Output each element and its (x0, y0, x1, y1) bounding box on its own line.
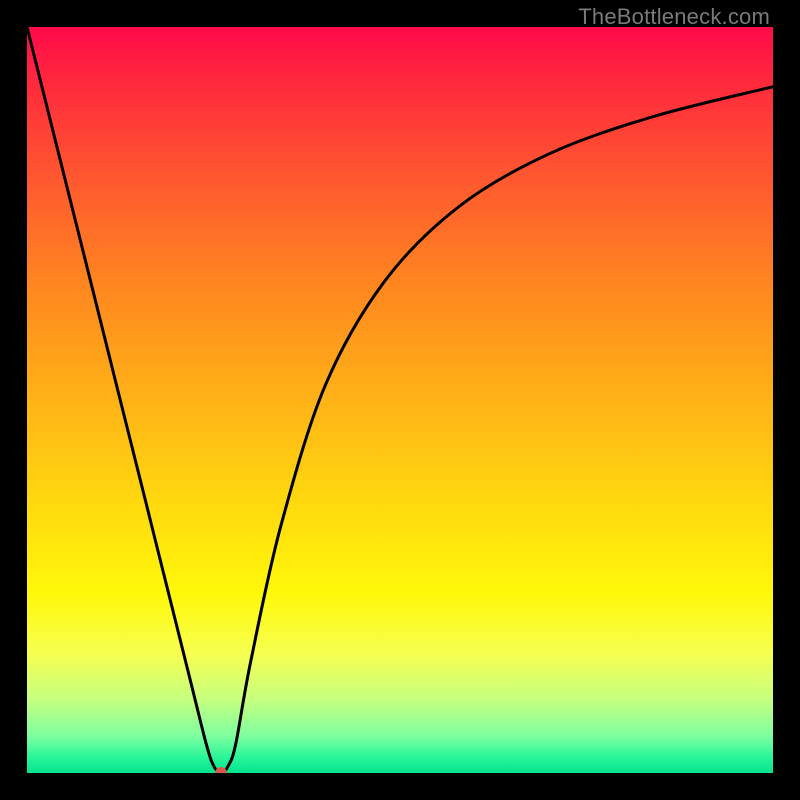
chart-frame: TheBottleneck.com (0, 0, 800, 800)
plot-background-gradient (27, 27, 773, 773)
